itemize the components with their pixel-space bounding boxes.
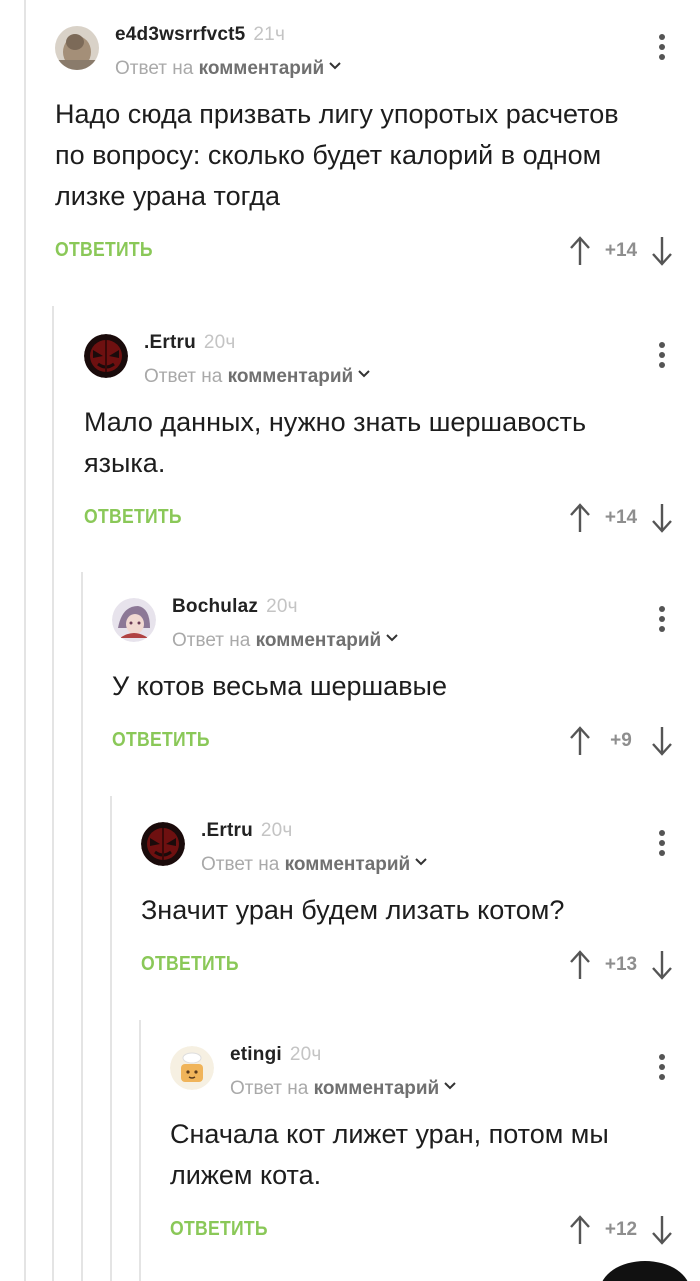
comment-text: Мало данных, нужно знать шершавость язык… <box>84 407 587 478</box>
author-name[interactable]: .Ertru 20ч <box>144 332 236 354</box>
reply-button[interactable]: ОТВЕТИТЬ <box>84 506 182 529</box>
comment-text: У котов весьма шершавые <box>112 671 447 701</box>
comment-time: 20ч <box>289 1044 322 1065</box>
comment: .Ertru 20ч Ответ на комментарий Мало данн… <box>84 322 700 554</box>
comment-header: .Ertru 20ч Ответ на комментарий <box>141 810 700 890</box>
cat-cartoon-avatar-icon[interactable] <box>170 1046 214 1090</box>
downvote-arrow-icon[interactable] <box>650 1214 674 1246</box>
vote-control: +13 <box>568 945 674 985</box>
comment: e4d3wsrrfvct5 21ч Ответ на комментарий На… <box>55 14 700 287</box>
reply-button[interactable]: ОТВЕТИТЬ <box>141 953 239 976</box>
chevron-down-icon <box>444 1082 456 1090</box>
more-menu-icon[interactable] <box>654 1054 670 1084</box>
vote-score: +9 <box>610 730 632 751</box>
reply-to-link[interactable]: Ответ на комментарий <box>144 366 371 388</box>
chevron-down-icon <box>329 62 341 70</box>
comment-header: etingi 20ч Ответ на комментарий <box>170 1034 700 1114</box>
thread-line <box>81 572 83 1281</box>
comment-header: .Ertru 20ч Ответ на комментарий <box>84 322 700 402</box>
red-mask-avatar-icon[interactable] <box>84 334 128 378</box>
reply-to-link[interactable]: Ответ на комментарий <box>115 58 342 80</box>
comment-text: Надо сюда призвать лигу упоротых расчето… <box>55 99 619 211</box>
comment-time: 20ч <box>260 820 293 841</box>
comment-header: Bochulaz 20ч Ответ на комментарий <box>112 586 700 666</box>
comment-time: 20ч <box>203 332 236 353</box>
vote-score: +14 <box>604 240 638 261</box>
thread-line <box>139 1020 141 1281</box>
chevron-down-icon <box>415 858 427 866</box>
red-mask-avatar-icon[interactable] <box>141 822 185 866</box>
comment-actions: ОТВЕТИТЬ +13 <box>141 941 700 1001</box>
author-name[interactable]: Bochulaz 20ч <box>172 596 298 618</box>
reply-button[interactable]: ОТВЕТИТЬ <box>170 1218 268 1241</box>
author-name[interactable]: etingi 20ч <box>230 1044 322 1066</box>
comment-actions: ОТВЕТИТЬ +9 <box>112 717 700 777</box>
anime-avatar-icon[interactable] <box>112 598 156 642</box>
comment-text: Сначала кот лижет уран, потом мы лижем к… <box>170 1119 609 1190</box>
reply-button[interactable]: ОТВЕТИТЬ <box>112 729 210 752</box>
author-name[interactable]: .Ertru 20ч <box>201 820 293 842</box>
reply-to-link[interactable]: Ответ на комментарий <box>230 1078 457 1100</box>
upvote-arrow-icon[interactable] <box>568 725 592 757</box>
comment: .Ertru 20ч Ответ на комментарий Значит ур… <box>141 810 700 1001</box>
comment-time: 21ч <box>253 24 286 45</box>
chevron-down-icon <box>358 370 370 378</box>
upvote-arrow-icon[interactable] <box>568 235 592 267</box>
vote-control: +9 <box>568 721 674 761</box>
comment-actions: ОТВЕТИТЬ +14 <box>84 494 700 554</box>
reply-to-link[interactable]: Ответ на комментарий <box>201 854 428 876</box>
upvote-arrow-icon[interactable] <box>568 1214 592 1246</box>
thread-line <box>24 0 26 1281</box>
comment-text: Значит уран будем лизать котом? <box>141 895 565 925</box>
thread-line <box>52 306 54 1281</box>
more-menu-icon[interactable] <box>654 34 670 64</box>
photo-avatar-icon[interactable] <box>55 26 99 70</box>
vote-control: +12 <box>568 1210 674 1250</box>
more-menu-icon[interactable] <box>654 606 670 636</box>
author-name[interactable]: e4d3wsrrfvct5 21ч <box>115 24 285 46</box>
upvote-arrow-icon[interactable] <box>568 949 592 981</box>
vote-control: +14 <box>568 498 674 538</box>
vote-score: +14 <box>604 507 638 528</box>
downvote-arrow-icon[interactable] <box>650 949 674 981</box>
vote-control: +14 <box>568 231 674 271</box>
more-menu-icon[interactable] <box>654 830 670 860</box>
vote-score: +13 <box>604 954 638 975</box>
upvote-arrow-icon[interactable] <box>568 502 592 534</box>
comment-actions: ОТВЕТИТЬ +12 <box>170 1206 700 1266</box>
reply-to-link[interactable]: Ответ на комментарий <box>172 630 399 652</box>
comment: etingi 20ч Ответ на комментарий Сначала к… <box>170 1034 700 1266</box>
vote-score: +12 <box>604 1219 638 1240</box>
reply-button[interactable]: ОТВЕТИТЬ <box>55 239 153 262</box>
downvote-arrow-icon[interactable] <box>650 502 674 534</box>
comment-time: 20ч <box>266 596 298 617</box>
chevron-down-icon <box>386 634 398 642</box>
downvote-arrow-icon[interactable] <box>650 725 674 757</box>
thread-line <box>110 796 112 1281</box>
comment-actions: ОТВЕТИТЬ +14 <box>55 227 700 287</box>
comment: Bochulaz 20ч Ответ на комментарий У котов… <box>112 586 700 777</box>
downvote-arrow-icon[interactable] <box>650 235 674 267</box>
more-menu-icon[interactable] <box>654 342 670 372</box>
comment-header: e4d3wsrrfvct5 21ч Ответ на комментарий <box>55 14 700 94</box>
